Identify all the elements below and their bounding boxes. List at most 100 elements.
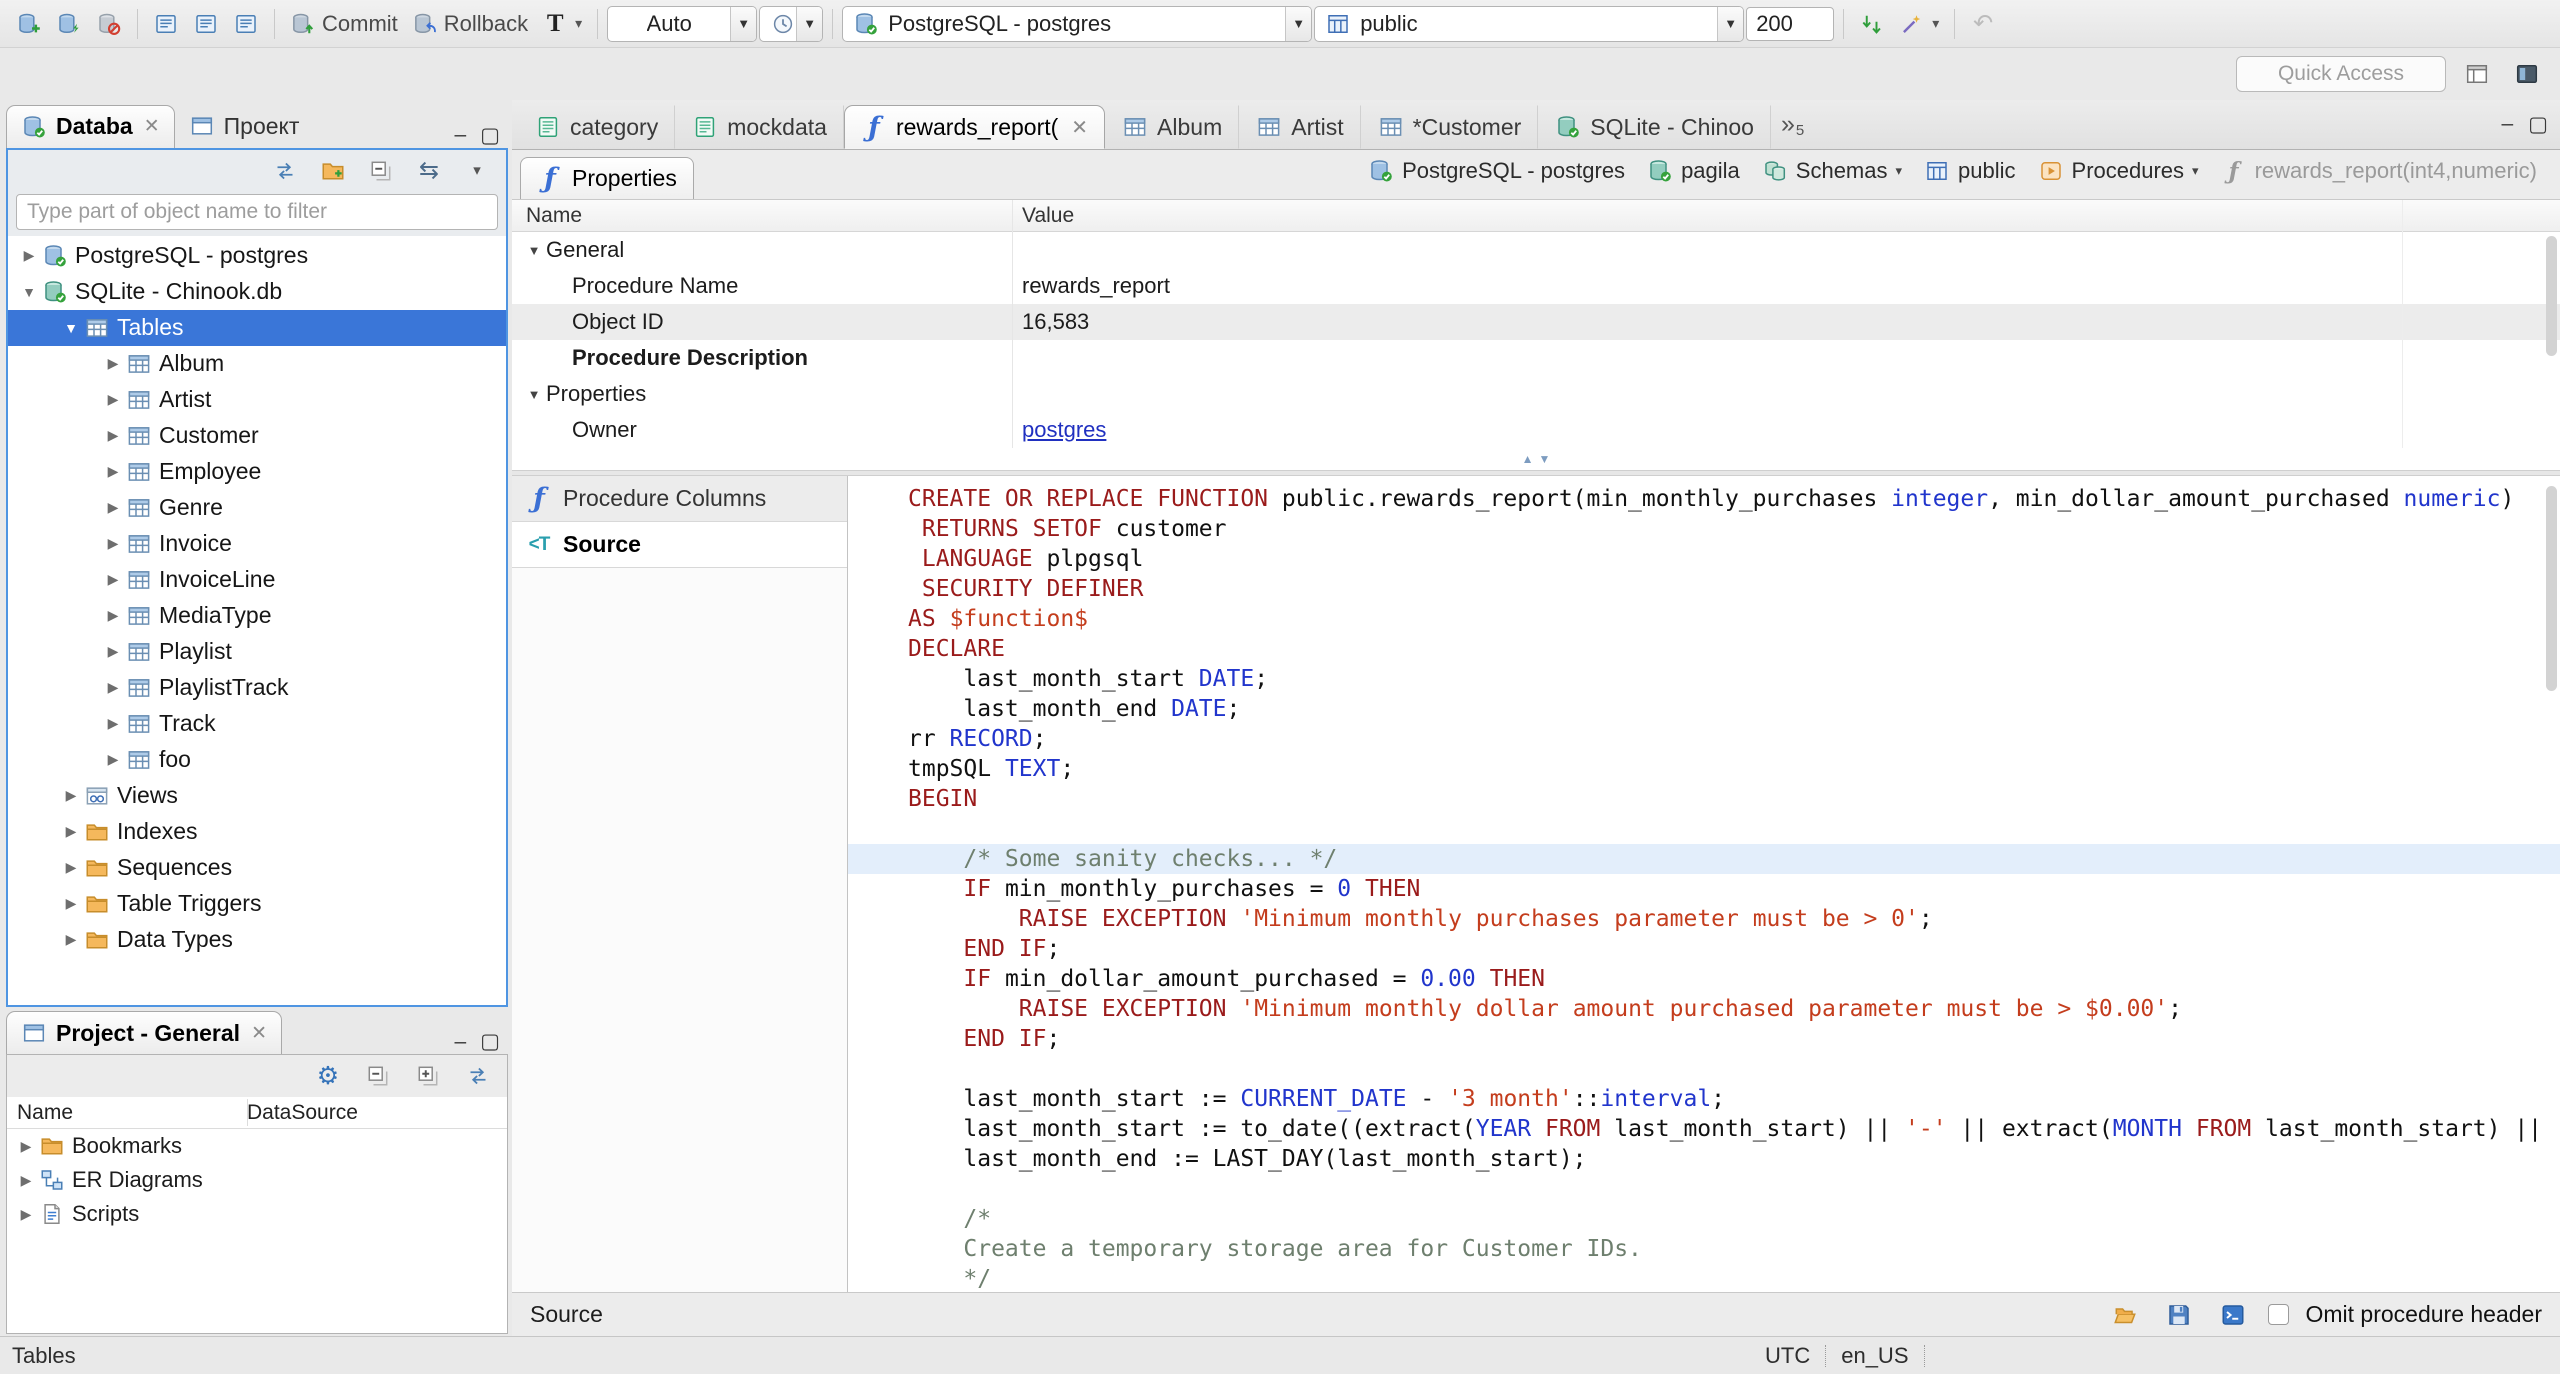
expand-arrow-icon[interactable]: ▶ xyxy=(100,463,126,480)
breadcrumb-item-pagila[interactable]: pagila xyxy=(1638,158,1749,184)
tree-item-playlist[interactable]: ▶ Playlist xyxy=(8,634,506,670)
tree-item-customer[interactable]: ▶ Customer xyxy=(8,418,506,454)
bottom-tab-source[interactable]: Source xyxy=(530,1301,603,1328)
quick-access-input[interactable] xyxy=(2236,56,2446,92)
load-from-file-button[interactable] xyxy=(2106,1299,2144,1331)
tab-properties[interactable]: ƒ Properties xyxy=(520,157,694,199)
code-line[interactable]: tmpSQL TEXT; xyxy=(848,754,2560,784)
breadcrumb-item-procedures[interactable]: Procedures ▾ xyxy=(2029,158,2208,184)
code-line[interactable]: */ xyxy=(848,1264,2560,1292)
fetch-size-input[interactable] xyxy=(1746,6,1835,41)
expand-arrow-icon[interactable]: ▶ xyxy=(58,931,84,948)
code-line[interactable]: last_month_start DATE; xyxy=(848,664,2560,694)
code-line[interactable]: RAISE EXCEPTION 'Minimum monthly dollar … xyxy=(848,994,2560,1024)
object-filter-input[interactable] xyxy=(16,193,498,230)
fetch-rows-button[interactable] xyxy=(1853,5,1891,43)
code-line[interactable]: rr RECORD; xyxy=(848,724,2560,754)
expand-arrow-icon[interactable]: ▶ xyxy=(58,787,84,804)
expand-arrow-icon[interactable]: ▶ xyxy=(100,715,126,732)
expand-arrow-icon[interactable]: ▶ xyxy=(13,1206,39,1223)
code-line[interactable]: /* xyxy=(848,1204,2560,1234)
schema-combo[interactable]: public ▼ xyxy=(1314,5,1745,42)
minimize-button[interactable]: – xyxy=(2501,112,2513,137)
code-line[interactable]: last_month_end := LAST_DAY(last_month_st… xyxy=(848,1144,2560,1174)
code-line[interactable]: Create a temporary storage area for Cust… xyxy=(848,1234,2560,1264)
expand-arrow-icon[interactable]: ▶ xyxy=(58,859,84,876)
close-icon[interactable]: ✕ xyxy=(251,1022,267,1045)
group-expand-icon[interactable]: ▼ xyxy=(522,243,546,258)
tree-item-genre[interactable]: ▶ Genre xyxy=(8,490,506,526)
editor-tab-category[interactable]: category xyxy=(518,105,676,149)
property-value-link[interactable]: postgres xyxy=(1022,417,1106,442)
tree-item-mediatype[interactable]: ▶ MediaType xyxy=(8,598,506,634)
breadcrumb-item-rewards_report-int4-numeric[interactable]: ƒ rewards_report(int4,numeric) xyxy=(2212,158,2546,184)
grid-column-divider[interactable] xyxy=(1012,200,1013,448)
expand-arrow-icon[interactable]: ▶ xyxy=(13,1138,39,1155)
code-scrollbar[interactable] xyxy=(2546,486,2557,691)
sql-editor-button[interactable] xyxy=(147,5,185,43)
expand-arrow-icon[interactable]: ▶ xyxy=(100,535,126,552)
tab-databa[interactable]: Databa ✕ xyxy=(6,104,175,148)
editor-tab-sqlite-chinoo[interactable]: SQLite - Chinoo xyxy=(1538,105,1771,149)
sql-console-button[interactable] xyxy=(227,5,265,43)
view-menu-button[interactable]: ▾ xyxy=(458,155,496,187)
dbeaver-perspective-button[interactable] xyxy=(2508,58,2546,90)
expand-arrow-icon[interactable]: ▼ xyxy=(16,284,42,300)
code-line[interactable]: IF min_monthly_purchases = 0 THEN xyxy=(848,874,2560,904)
close-icon[interactable]: ✕ xyxy=(1071,115,1088,140)
code-line[interactable]: DECLARE xyxy=(848,634,2560,664)
code-line[interactable]: RETURNS SETOF customer xyxy=(848,514,2560,544)
property-row-object-id[interactable]: Object ID 16,583 xyxy=(512,304,2560,340)
transaction-time-combo[interactable]: ▼ xyxy=(759,5,824,42)
undo-button[interactable]: ↶ xyxy=(1964,5,2002,43)
code-line[interactable]: SECURITY DEFINER xyxy=(848,574,2560,604)
properties-scrollbar[interactable] xyxy=(2546,236,2557,356)
code-line[interactable]: last_month_start := to_date((extract(YEA… xyxy=(848,1114,2560,1144)
rollback-button[interactable]: Rollback xyxy=(406,5,534,43)
code-line[interactable]: LANGUAGE plpgsql xyxy=(848,544,2560,574)
expand-arrow-icon[interactable]: ▶ xyxy=(100,355,126,372)
project-item-er-diagrams[interactable]: ▶ ER Diagrams xyxy=(7,1163,507,1197)
code-line[interactable] xyxy=(848,1054,2560,1084)
subtab-procedure-columns[interactable]: ƒ Procedure Columns xyxy=(512,476,847,522)
collapse-all-button[interactable] xyxy=(359,1060,397,1092)
connect-button[interactable] xyxy=(50,5,88,43)
code-line[interactable]: CREATE OR REPLACE FUNCTION public.reward… xyxy=(848,484,2560,514)
tree-item-artist[interactable]: ▶ Artist xyxy=(8,382,506,418)
property-row-general[interactable]: ▼ General xyxy=(512,232,2560,268)
expand-arrow-icon[interactable]: ▶ xyxy=(58,823,84,840)
minimize-button[interactable]: – xyxy=(454,1030,466,1054)
commit-button[interactable]: Commit xyxy=(284,5,404,43)
code-line[interactable]: /* Some sanity checks... */ xyxy=(848,844,2560,874)
group-expand-icon[interactable]: ▼ xyxy=(522,387,546,402)
project-item-bookmarks[interactable]: ▶ Bookmarks xyxy=(7,1129,507,1163)
editor-tab-rewards_report[interactable]: ƒ rewards_report(✕ xyxy=(843,105,1106,149)
code-line[interactable]: RAISE EXCEPTION 'Minimum monthly purchas… xyxy=(848,904,2560,934)
open-sql-console-button[interactable] xyxy=(2214,1299,2252,1331)
expand-arrow-icon[interactable]: ▶ xyxy=(100,391,126,408)
tree-item-employee[interactable]: ▶ Employee xyxy=(8,454,506,490)
expand-arrow-icon[interactable]: ▶ xyxy=(100,427,126,444)
save-to-file-button[interactable] xyxy=(2160,1299,2198,1331)
expand-arrow-icon[interactable]: ▶ xyxy=(100,679,126,696)
omit-header-checkbox[interactable] xyxy=(2268,1304,2290,1325)
tree-item-foo[interactable]: ▶ foo xyxy=(8,742,506,778)
code-line[interactable]: BEGIN xyxy=(848,784,2560,814)
maximize-button[interactable]: ▢ xyxy=(480,123,500,148)
code-line[interactable]: IF min_dollar_amount_purchased = 0.00 TH… xyxy=(848,964,2560,994)
tab-проект[interactable]: Проект xyxy=(175,105,314,148)
tree-item-invoiceline[interactable]: ▶ InvoiceLine xyxy=(8,562,506,598)
expand-arrow-icon[interactable]: ▶ xyxy=(58,895,84,912)
tree-item-invoice[interactable]: ▶ Invoice xyxy=(8,526,506,562)
expand-arrow-icon[interactable]: ▶ xyxy=(16,247,42,264)
code-line[interactable] xyxy=(848,1174,2560,1204)
tree-item-data-types[interactable]: ▶ Data Types xyxy=(8,922,506,958)
column-divider[interactable] xyxy=(247,1099,248,1127)
expand-arrow-icon[interactable]: ▶ xyxy=(100,643,126,660)
format-tools-button[interactable]: ▾ xyxy=(1893,5,1945,43)
collapse-all-button[interactable] xyxy=(362,155,400,187)
editor-tab-mockdata[interactable]: mockdata xyxy=(675,105,844,149)
tree-item-tables[interactable]: ▼ Tables xyxy=(8,309,506,346)
tree-item-sequences[interactable]: ▶ Sequences xyxy=(8,850,506,886)
code-content[interactable]: CREATE OR REPLACE FUNCTION public.reward… xyxy=(848,476,2560,1292)
